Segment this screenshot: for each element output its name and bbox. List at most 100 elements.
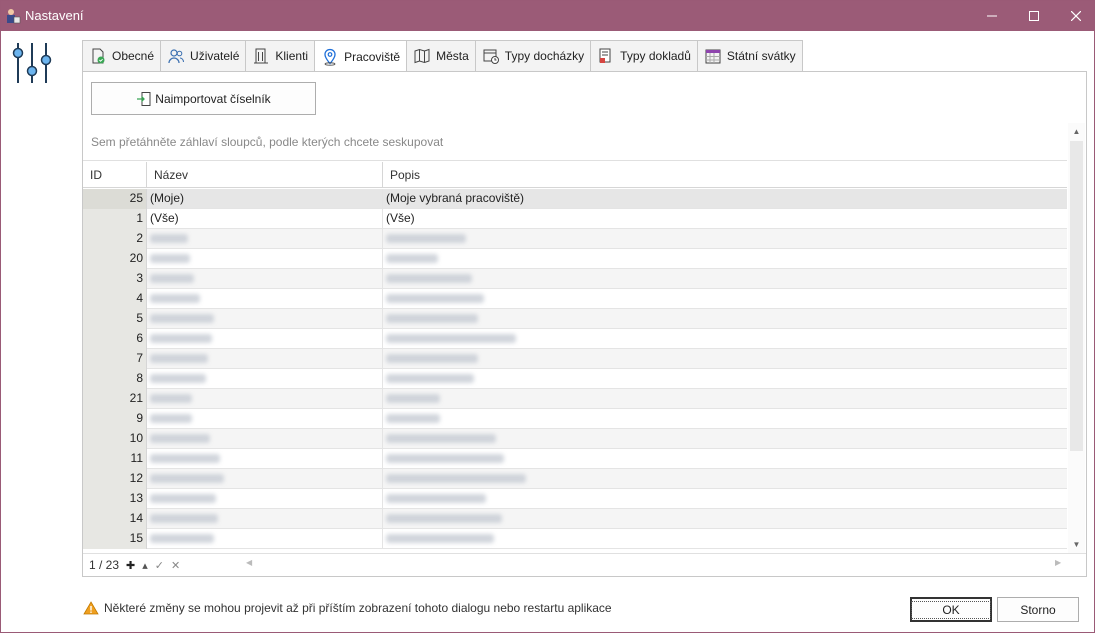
table-row[interactable]: 13: [83, 489, 1067, 509]
scroll-down-icon[interactable]: ▼: [1068, 536, 1085, 553]
cell-nazev-redacted: [147, 229, 383, 249]
scroll-up-icon[interactable]: ▲: [1068, 123, 1085, 140]
close-button[interactable]: [1053, 1, 1095, 31]
group-by-panel[interactable]: Sem přetáhněte záhlaví sloupců, podle kt…: [83, 123, 1067, 161]
cancel-label: Storno: [1020, 602, 1056, 617]
scroll-right-icon[interactable]: ▶: [1055, 558, 1061, 567]
cell-id: 7: [83, 349, 147, 369]
cell-nazev-redacted: [147, 249, 383, 269]
settings-window: Nastavení Obecné Uživatelé Klienti Praco…: [0, 0, 1095, 633]
users-icon: [168, 49, 185, 64]
tab-content-pracoviste: Naimportovat číselník Sem přetáhněte záh…: [82, 71, 1087, 577]
column-header-id[interactable]: ID: [83, 162, 147, 188]
location-pin-icon: [324, 48, 336, 66]
cell-popis-redacted: [383, 229, 1067, 249]
cell-nazev-redacted: [147, 389, 383, 409]
tab-label: Typy docházky: [504, 49, 585, 63]
cell-popis-redacted: [383, 249, 1067, 269]
cell-nazev-redacted: [147, 469, 383, 489]
documents-icon: [599, 48, 611, 63]
tab-label: Uživatelé: [190, 49, 240, 63]
cell-id: 11: [83, 449, 147, 469]
tab-label: Typy dokladů: [620, 49, 691, 63]
warning-text: Některé změny se mohou projevit až při p…: [104, 601, 612, 615]
cell-popis-redacted: [383, 469, 1067, 489]
import-codelist-button[interactable]: Naimportovat číselník: [91, 82, 316, 115]
maximize-icon: [1029, 11, 1039, 21]
cell-id: 9: [83, 409, 147, 429]
cell-nazev-redacted: [147, 309, 383, 329]
column-header-nazev[interactable]: Název: [147, 162, 383, 188]
column-header-popis[interactable]: Popis: [383, 162, 1067, 188]
cell-id: 12: [83, 469, 147, 489]
confirm-icon[interactable]: ✓: [155, 559, 164, 572]
tab-uzivatele[interactable]: Uživatelé: [161, 40, 247, 72]
document-check-icon: [92, 48, 105, 64]
cell-id: 25: [83, 189, 147, 209]
cell-popis-redacted: [383, 529, 1067, 549]
cell-id: 13: [83, 489, 147, 509]
cell-popis-redacted: [383, 509, 1067, 529]
table-row[interactable]: 20: [83, 249, 1067, 269]
tab-pracoviste[interactable]: Pracoviště: [315, 40, 408, 73]
table-row[interactable]: 14: [83, 509, 1067, 529]
table-row[interactable]: 5: [83, 309, 1067, 329]
cell-id: 20: [83, 249, 147, 269]
ok-label: OK: [911, 600, 991, 619]
cancel-button[interactable]: Storno: [997, 597, 1079, 622]
cell-nazev-redacted: [147, 409, 383, 429]
table-row[interactable]: 10: [83, 429, 1067, 449]
maximize-button[interactable]: [1011, 1, 1057, 31]
tab-klienti[interactable]: Klienti: [246, 40, 316, 72]
table-row[interactable]: 25 (Moje) (Moje vybraná pracoviště): [83, 189, 1067, 209]
ok-button[interactable]: OK: [910, 597, 992, 622]
grid-navigator: 1 / 23 ✚ ▴ ✓ ✕ ◀ ▶: [83, 553, 1086, 575]
table-row[interactable]: 7: [83, 349, 1067, 369]
tab-typy-dokladu[interactable]: Typy dokladů: [591, 40, 698, 72]
cell-popis-redacted: [383, 349, 1067, 369]
tab-statni-svatky[interactable]: Státní svátky: [697, 40, 803, 72]
import-icon: [137, 91, 151, 106]
table-row[interactable]: 2: [83, 229, 1067, 249]
cell-popis: (Moje vybraná pracoviště): [386, 191, 525, 205]
scroll-thumb[interactable]: [1070, 141, 1083, 451]
warning-icon: [83, 601, 99, 615]
cell-nazev-redacted: [147, 349, 383, 369]
scroll-left-icon[interactable]: ◀: [246, 558, 252, 567]
restart-warning: Některé změny se mohou projevit až při p…: [83, 601, 612, 615]
cell-nazev-redacted: [147, 289, 383, 309]
cell-id: 1: [83, 209, 147, 229]
table-row[interactable]: 3: [83, 269, 1067, 289]
cell-nazev-redacted: [147, 449, 383, 469]
table-row[interactable]: 4: [83, 289, 1067, 309]
title-bar[interactable]: Nastavení: [1, 1, 1094, 31]
cancel-edit-icon[interactable]: ✕: [171, 559, 180, 572]
table-row[interactable]: 8: [83, 369, 1067, 389]
table-row[interactable]: 1 (Vše) (Vše): [83, 209, 1067, 229]
add-record-icon[interactable]: ✚: [126, 559, 135, 572]
cell-popis-redacted: [383, 409, 1067, 429]
cell-nazev-redacted: [147, 269, 383, 289]
cell-nazev: (Vše): [147, 209, 383, 229]
record-pager: 1 / 23 ✚ ▴ ✓ ✕: [89, 558, 180, 572]
move-up-icon[interactable]: ▴: [142, 559, 148, 572]
grid-header: ID Název Popis: [83, 162, 1067, 188]
table-row[interactable]: 9: [83, 409, 1067, 429]
tab-mesta[interactable]: Města: [407, 40, 476, 72]
cell-id: 3: [83, 269, 147, 289]
cell-popis-redacted: [383, 369, 1067, 389]
tab-obecne[interactable]: Obecné: [82, 40, 162, 72]
table-row[interactable]: 11: [83, 449, 1067, 469]
table-row[interactable]: 15: [83, 529, 1067, 549]
tab-typy-dochazky[interactable]: Typy docházky: [475, 40, 592, 72]
cell-nazev-redacted: [147, 509, 383, 529]
table-row[interactable]: 6: [83, 329, 1067, 349]
group-hint: Sem přetáhněte záhlaví sloupců, podle kt…: [91, 135, 444, 149]
table-row[interactable]: 21: [83, 389, 1067, 409]
cell-nazev: (Moje): [147, 189, 383, 209]
table-row[interactable]: 12: [83, 469, 1067, 489]
tab-label: Pracoviště: [344, 49, 401, 64]
vertical-scrollbar[interactable]: ▲ ▼: [1068, 123, 1085, 553]
cell-popis-redacted: [383, 329, 1067, 349]
minimize-button[interactable]: [969, 1, 1015, 31]
